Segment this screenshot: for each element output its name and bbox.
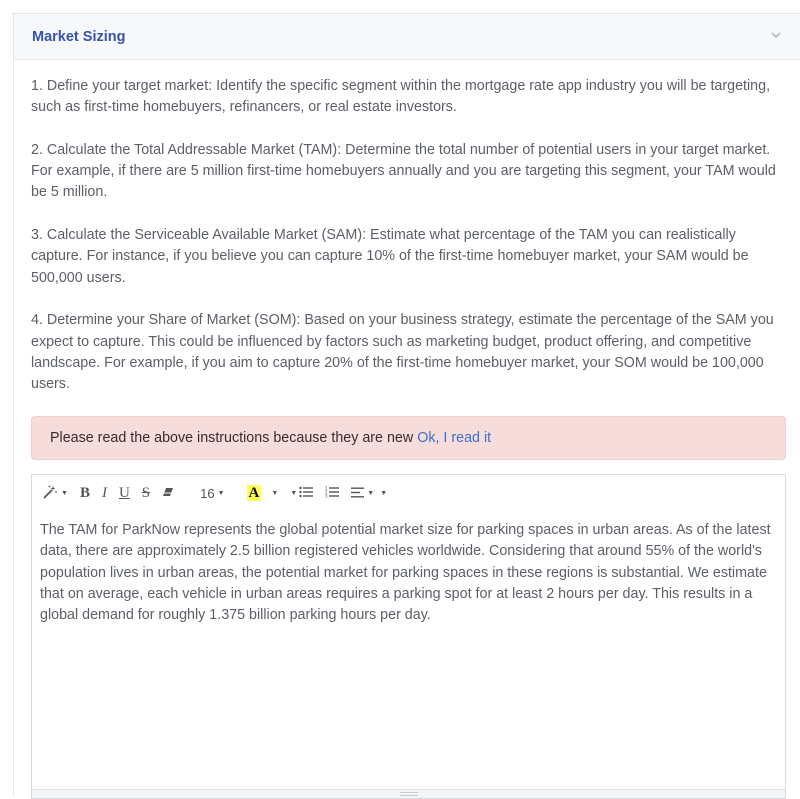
eraser-icon [162,486,174,501]
style-button[interactable]: ▼ [42,481,68,505]
font-size-value: 16 [200,485,215,501]
font-size-dropdown[interactable]: 16 ▼ [200,481,224,505]
unordered-list-icon [299,486,314,501]
highlight-color-button[interactable]: A ▼ [246,481,279,505]
align-dropdown[interactable]: ▼ ▼ [351,481,387,505]
ordered-list-button[interactable]: 1 2 3 [325,481,340,505]
magic-wand-icon [42,485,58,502]
panel-title: Market Sizing [32,28,126,45]
italic-button[interactable]: I [102,481,107,505]
align-left-icon [351,486,365,501]
underline-button[interactable]: U [119,481,130,505]
svg-text:3: 3 [325,493,328,497]
editor-content[interactable]: The TAM for ParkNow represents the globa… [32,511,785,626]
highlight-icon: A [246,485,262,501]
panel-header[interactable]: Market Sizing [14,14,800,60]
caret-down-icon: ▼ [380,489,388,497]
caret-down-icon: ▼ [290,489,298,497]
unordered-list-button[interactable]: ▼ [290,481,314,505]
instruction-item: 4. Determine your Share of Market (SOM):… [31,312,774,393]
instruction-item: 2. Calculate the Total Addressable Marke… [31,141,776,201]
strikethrough-button[interactable]: S [142,481,150,505]
instruction-item: 3. Calculate the Serviceable Available M… [31,227,749,286]
bold-button[interactable]: B [80,481,90,505]
market-sizing-panel: Market Sizing 1. Define your target mark… [13,13,800,799]
caret-down-icon: ▼ [217,489,225,497]
instruction-item: 1. Define your target market: Identify t… [31,78,771,116]
grip-icon [399,792,418,796]
alert-message: Please read the above instructions becau… [50,430,414,446]
notice-alert: Please read the above instructions becau… [31,416,786,460]
rich-text-editor: ▼ B I U S 16 ▼ A ▼ ▼ 1 2 3 ▼ ▼ The TAM f… [31,474,786,799]
caret-down-icon: ▼ [271,489,279,497]
instructions: 1. Define your target market: Identify t… [31,76,791,417]
ordered-list-icon: 1 2 3 [325,485,340,501]
chevron-down-icon[interactable] [770,28,782,46]
clear-format-button[interactable] [162,481,174,505]
caret-down-icon: ▼ [367,489,375,497]
caret-down-icon: ▼ [61,489,68,497]
acknowledge-link[interactable]: Ok, I read it [417,430,491,446]
editor-toolbar: ▼ B I U S 16 ▼ A ▼ ▼ 1 2 3 ▼ ▼ [32,475,785,511]
